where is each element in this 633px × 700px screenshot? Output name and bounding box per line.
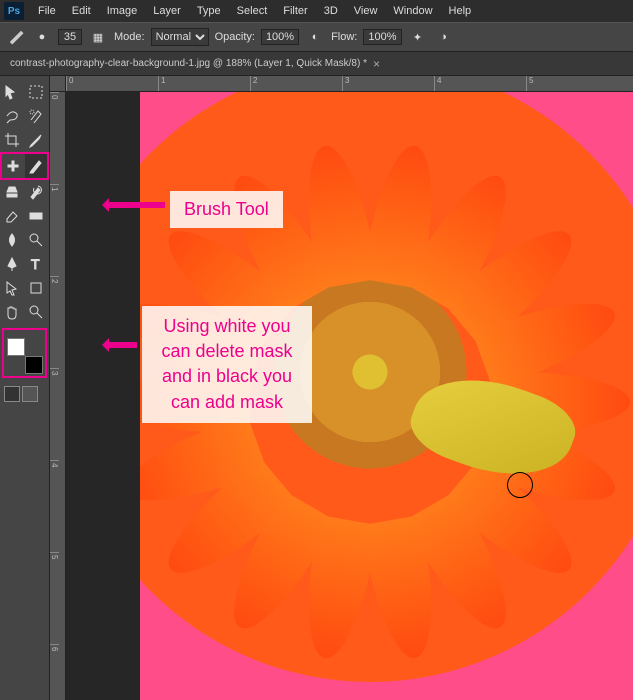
- brush-tool-highlight: [0, 152, 49, 180]
- eyedropper-tool[interactable]: [24, 128, 48, 152]
- path-select-tool[interactable]: [0, 276, 24, 300]
- ruler-horizontal[interactable]: 0 1 2 3 4 5: [66, 76, 633, 92]
- document-title: contrast-photography-clear-background-1.…: [10, 58, 367, 69]
- ruler-vertical[interactable]: 0 1 2 3 4 5 6 7: [50, 92, 66, 700]
- svg-text:T: T: [31, 256, 40, 272]
- history-brush-tool[interactable]: [24, 180, 48, 204]
- brush-preview-icon[interactable]: ●: [32, 27, 52, 47]
- menu-layer[interactable]: Layer: [145, 3, 189, 19]
- annotation-arrow: [105, 342, 137, 348]
- clone-stamp-tool[interactable]: [0, 180, 24, 204]
- menu-3d[interactable]: 3D: [316, 3, 346, 19]
- annotation-arrow: [105, 202, 165, 208]
- blend-mode-select[interactable]: Normal: [151, 28, 209, 46]
- brush-cursor-icon: [507, 472, 533, 498]
- opacity-label: Opacity:: [215, 31, 255, 43]
- ruler-h-tick: 1: [158, 76, 250, 91]
- marquee-tool[interactable]: [24, 80, 48, 104]
- menu-type[interactable]: Type: [189, 3, 229, 19]
- tablet-pressure-icon[interactable]: ◑: [434, 27, 454, 47]
- quick-mask-mode-icon[interactable]: [22, 386, 38, 402]
- ruler-v-tick: 3: [50, 368, 59, 460]
- crop-tool[interactable]: [0, 128, 24, 152]
- ruler-v-tick: 4: [50, 460, 59, 552]
- annotation-brush-label: Brush Tool: [170, 191, 283, 228]
- flow-field[interactable]: 100%: [363, 29, 401, 45]
- options-bar: ● 35 ▦ Mode: Normal Opacity: 100% ◐ Flow…: [0, 22, 633, 52]
- brush-tool[interactable]: [25, 154, 48, 178]
- close-tab-icon[interactable]: ×: [373, 57, 380, 71]
- brush-size-field[interactable]: 35: [58, 29, 82, 45]
- workspace: T 0 1 2 3 4 5: [0, 76, 633, 700]
- opacity-pressure-icon[interactable]: ◐: [305, 27, 325, 47]
- blur-tool[interactable]: [0, 228, 24, 252]
- menu-image[interactable]: Image: [99, 3, 146, 19]
- type-tool[interactable]: T: [24, 252, 48, 276]
- gradient-tool[interactable]: [24, 204, 48, 228]
- ruler-v-tick: 2: [50, 276, 59, 368]
- zoom-tool[interactable]: [24, 300, 48, 324]
- flow-label: Flow:: [331, 31, 357, 43]
- hand-tool[interactable]: [0, 300, 24, 324]
- foreground-color-swatch[interactable]: [7, 338, 25, 356]
- document-tab-bar: contrast-photography-clear-background-1.…: [0, 52, 633, 76]
- pen-tool[interactable]: [0, 252, 24, 276]
- quick-select-tool[interactable]: [24, 104, 48, 128]
- ruler-h-tick: 2: [250, 76, 342, 91]
- menu-select[interactable]: Select: [229, 3, 276, 19]
- ruler-h-tick: 3: [342, 76, 434, 91]
- menu-window[interactable]: Window: [385, 3, 440, 19]
- color-swatch-highlight: [2, 328, 47, 378]
- lasso-tool[interactable]: [0, 104, 24, 128]
- menu-filter[interactable]: Filter: [275, 3, 315, 19]
- background-color-swatch[interactable]: [25, 356, 43, 374]
- standard-mode-icon[interactable]: [4, 386, 20, 402]
- shape-tool[interactable]: [24, 276, 48, 300]
- quick-mask-toggle-row: [0, 382, 49, 406]
- app-logo: Ps: [4, 2, 24, 20]
- ruler-v-tick: 1: [50, 184, 59, 276]
- ruler-v-tick: 5: [50, 552, 59, 644]
- toolbox: T: [0, 76, 50, 700]
- color-swatches[interactable]: [5, 336, 45, 376]
- menu-help[interactable]: Help: [441, 3, 480, 19]
- mode-label: Mode:: [114, 31, 145, 43]
- menu-edit[interactable]: Edit: [64, 3, 99, 19]
- move-tool[interactable]: [0, 80, 24, 104]
- ruler-h-tick: 0: [66, 76, 158, 91]
- healing-brush-tool[interactable]: [2, 154, 25, 178]
- airbrush-icon[interactable]: ✦: [408, 27, 428, 47]
- eraser-tool[interactable]: [0, 204, 24, 228]
- menu-file[interactable]: File: [30, 3, 64, 19]
- tool-preset-icon[interactable]: [6, 27, 26, 47]
- menu-view[interactable]: View: [346, 3, 386, 19]
- canvas-area: 0 1 2 3 4 5 0 1 2 3 4 5 6 7 Brush Tool U…: [50, 76, 633, 700]
- menu-bar: Ps File Edit Image Layer Type Select Fil…: [0, 0, 633, 22]
- dodge-tool[interactable]: [24, 228, 48, 252]
- brush-panel-icon[interactable]: ▦: [88, 27, 108, 47]
- ruler-h-tick: 5: [526, 76, 618, 91]
- ruler-origin[interactable]: [50, 76, 66, 92]
- annotation-mask-label: Using white you can delete mask and in b…: [142, 306, 312, 423]
- opacity-field[interactable]: 100%: [261, 29, 299, 45]
- ruler-v-tick: 0: [50, 92, 59, 184]
- document-tab[interactable]: contrast-photography-clear-background-1.…: [10, 57, 380, 71]
- ruler-h-tick: 4: [434, 76, 526, 91]
- ruler-v-tick: 6: [50, 644, 59, 700]
